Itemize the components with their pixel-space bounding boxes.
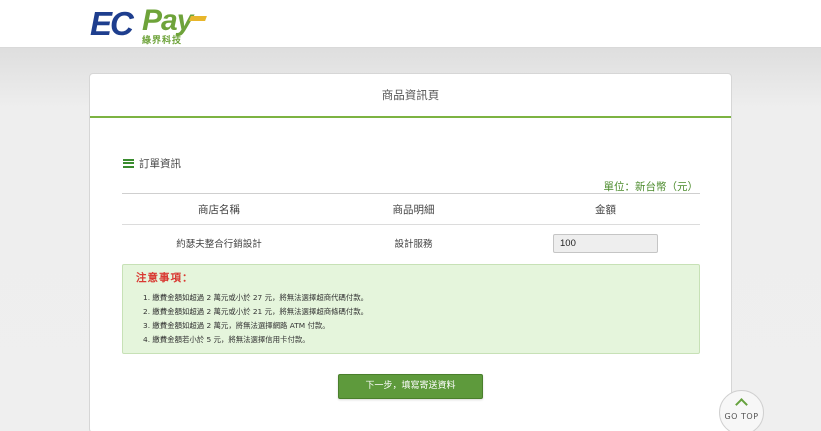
logo-ec-text: EC bbox=[90, 5, 134, 42]
logo-pay-text: Pay bbox=[142, 4, 193, 37]
table-row: 約瑟夫整合行銷設計 設計服務 100 bbox=[122, 225, 700, 261]
amount-cell: 100 bbox=[511, 233, 700, 253]
logo-accent-stripe bbox=[189, 16, 207, 21]
logo-subtitle: 綠界科技 bbox=[142, 36, 183, 46]
column-header-amount: 金額 bbox=[595, 203, 616, 216]
go-top-label: GO TOP bbox=[724, 412, 759, 421]
table-header: 商店名稱 商品明細 金額 bbox=[122, 194, 700, 225]
next-step-button[interactable]: 下一步，填寫寄送資料 bbox=[338, 374, 483, 399]
chevron-up-icon bbox=[735, 398, 748, 411]
notice-item: 4. 繳費金額若小於 5 元，將無法選擇信用卡付款。 bbox=[143, 335, 310, 344]
list-icon bbox=[123, 158, 134, 168]
title-divider bbox=[90, 116, 731, 118]
notice-item: 2. 繳費金額如超過 2 萬元或小於 21 元，將無法選擇超商條碼付款。 bbox=[143, 307, 369, 316]
order-table: 商店名稱 商品明細 金額 約瑟夫整合行銷設計 設計服務 100 bbox=[122, 193, 700, 261]
order-section-title: 訂單資訊 bbox=[139, 157, 181, 170]
notice-item: 1. 繳費金額如超過 2 萬元或小於 27 元，將無法選擇超商代碼付款。 bbox=[143, 293, 369, 302]
column-header-item: 商品明細 bbox=[392, 203, 435, 216]
ecpay-logo[interactable]: EC Pay 綠界科技 bbox=[90, 4, 207, 46]
item-cell: 設計服務 bbox=[394, 239, 433, 250]
notice-title: 注意事項： bbox=[136, 272, 194, 284]
amount-field[interactable]: 100 bbox=[553, 233, 658, 253]
notice-list: 1. 繳費金額如超過 2 萬元或小於 27 元，將無法選擇超商代碼付款。 2. … bbox=[143, 291, 687, 347]
column-header-store: 商店名稱 bbox=[198, 203, 240, 216]
notice-box: 注意事項： 1. 繳費金額如超過 2 萬元或小於 27 元，將無法選擇超商代碼付… bbox=[122, 264, 700, 354]
currency-unit-label: 單位：新台幣（元） bbox=[603, 181, 699, 193]
store-name-cell: 約瑟夫整合行銷設計 bbox=[176, 239, 262, 250]
notice-item: 3. 繳費金額如超過 2 萬元，將無法選擇網路 ATM 付款。 bbox=[143, 321, 330, 330]
order-section-header: 訂單資訊 bbox=[123, 156, 181, 170]
go-top-button[interactable]: GO TOP bbox=[719, 390, 764, 431]
product-info-card: 商品資訊頁 訂單資訊 單位：新台幣（元） 商店名稱 商品明細 金額 約瑟夫整合行… bbox=[89, 73, 732, 431]
page-title: 商品資訊頁 bbox=[381, 88, 440, 102]
